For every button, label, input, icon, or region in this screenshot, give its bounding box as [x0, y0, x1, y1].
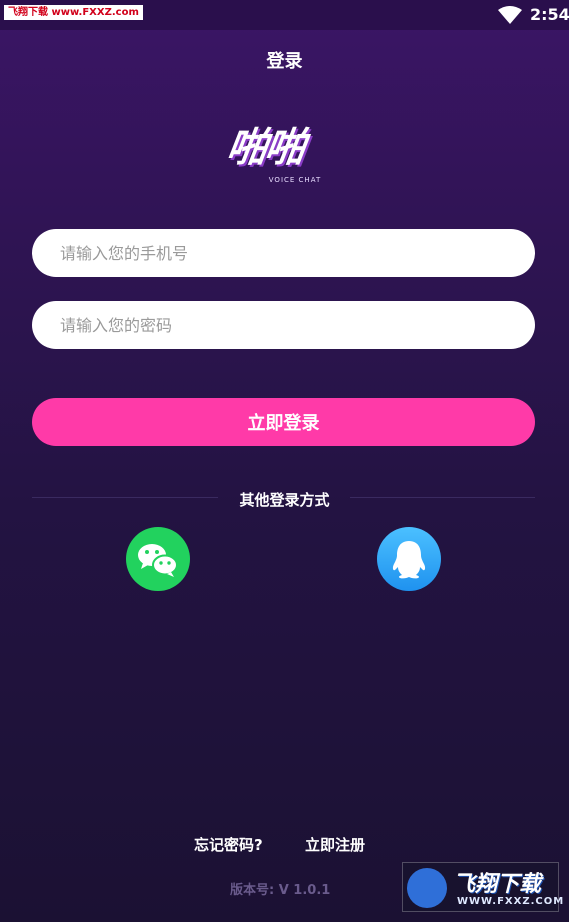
- phone-input[interactable]: [32, 229, 535, 277]
- other-login-label: 其他登录方式: [239, 491, 330, 509]
- password-input[interactable]: [32, 301, 535, 349]
- version-text: 版本号: V 1.0.1: [230, 883, 331, 898]
- qq-login-button[interactable]: [377, 527, 441, 591]
- logo-subtitle: VOICE CHAT: [268, 176, 322, 184]
- watermark-brand: 飞翔下载: [453, 872, 542, 897]
- login-screen: 飞翔下载 www.FXXZ.com 2:54 登录 啪啪 VOICE CHAT …: [0, 0, 569, 922]
- watermark-url: WWW.FXXZ.COM: [457, 896, 565, 907]
- forgot-password-link[interactable]: 忘记密码?: [194, 834, 263, 855]
- wechat-icon: [138, 544, 178, 577]
- qq-penguin-icon: [392, 541, 426, 579]
- app-logo: 啪啪 VOICE CHAT: [215, 118, 355, 190]
- divider-right: [350, 497, 535, 498]
- logo-text: 啪啪: [223, 125, 307, 171]
- page-title: 登录: [266, 51, 303, 72]
- watermark: 飞翔下载 WWW.FXXZ.COM: [402, 862, 563, 912]
- status-bar: 飞翔下载 www.FXXZ.com 2:54: [0, 0, 569, 30]
- register-link[interactable]: 立即注册: [305, 834, 365, 855]
- watermark-logo-icon: [407, 868, 447, 908]
- source-badge: 飞翔下载 www.FXXZ.com: [4, 5, 143, 20]
- clock: 2:54: [530, 5, 569, 24]
- wechat-login-button[interactable]: [126, 527, 190, 591]
- login-button[interactable]: 立即登录: [32, 398, 535, 446]
- wifi-icon: [498, 6, 522, 24]
